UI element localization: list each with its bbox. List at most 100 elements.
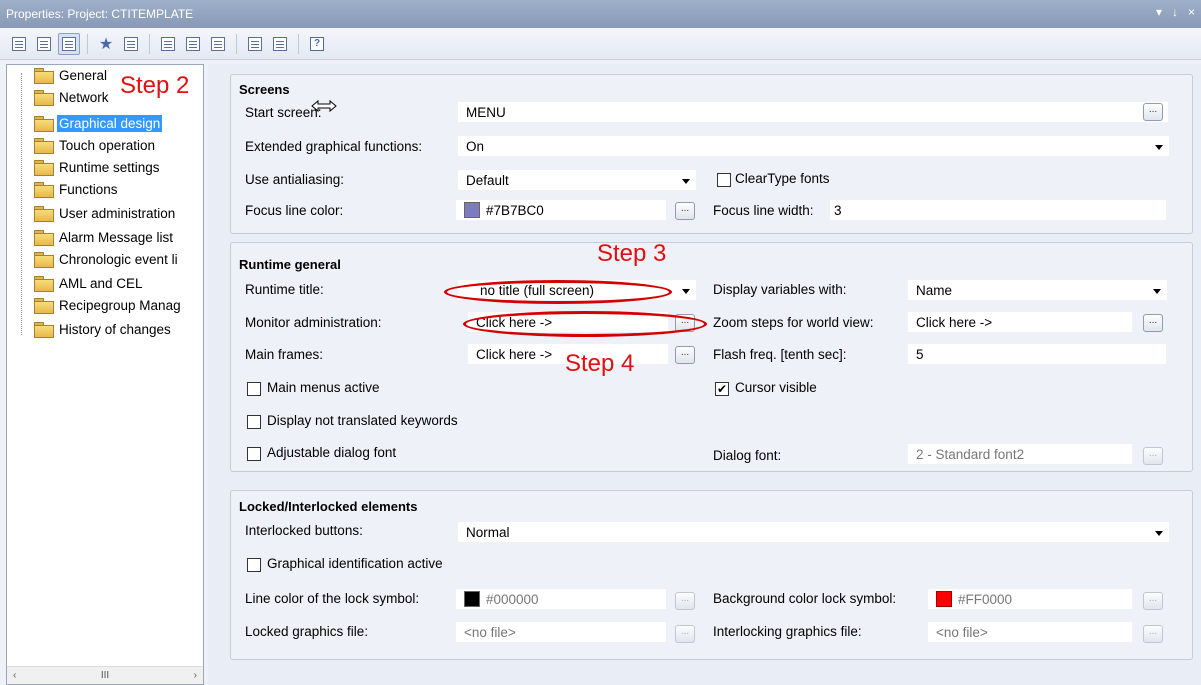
step-4-annotation: Step 4: [565, 350, 635, 377]
display-not-translated-label: Display not translated keywords: [267, 413, 458, 428]
column-two-button[interactable]: [182, 33, 204, 55]
main-menus-active-label: Main menus active: [267, 380, 380, 395]
toolbar-separator: [298, 33, 299, 54]
folder-icon: [33, 298, 54, 314]
zoom-steps-field[interactable]: Click here ->: [907, 311, 1133, 333]
tree-item-general[interactable]: General: [33, 65, 109, 85]
interlocked-buttons-label: Interlocked buttons:: [245, 523, 363, 538]
screens-group-title: Screens: [239, 82, 290, 97]
folder-icon: [33, 322, 54, 338]
tree-item-user-administration[interactable]: User administration: [33, 203, 177, 223]
line-color-lock-field: #000000: [455, 588, 667, 610]
column-one-button[interactable]: [157, 33, 179, 55]
folder-icon: [33, 116, 54, 132]
categorized-view-icon: [12, 36, 26, 51]
scroll-right-icon[interactable]: ›: [194, 670, 197, 681]
flash-frequency-value: 5: [916, 346, 924, 362]
use-antialiasing-select[interactable]: Default: [457, 169, 697, 191]
start-screen-field[interactable]: MENU: [457, 101, 1169, 123]
favorites-button[interactable]: ★: [95, 33, 117, 55]
background-color-lock-value: #FF0000: [958, 591, 1013, 607]
expand-all-button[interactable]: [244, 33, 266, 55]
step-4-highlight-ellipse: [463, 311, 707, 337]
tree-item-runtime-settings[interactable]: Runtime settings: [33, 157, 162, 177]
star-icon: ★: [98, 35, 114, 53]
category-tree: General Network Graphical design Touch o…: [6, 64, 204, 685]
display-variables-label: Display variables with:: [713, 282, 847, 297]
close-icon[interactable]: ×: [1188, 5, 1195, 19]
alphabetic-view-button[interactable]: [33, 33, 55, 55]
tree-item-alarm-message-list[interactable]: Alarm Message list: [33, 227, 175, 247]
tree-item-graphical-design[interactable]: Graphical design: [33, 113, 163, 133]
tree-item-functions[interactable]: Functions: [33, 179, 120, 199]
properties-toolbar: ★ ?: [0, 28, 1201, 60]
folder-icon: [33, 230, 54, 246]
tree-horizontal-scrollbar[interactable]: ‹ III ›: [7, 666, 203, 684]
extended-graphical-functions-select[interactable]: On: [457, 135, 1170, 157]
monitor-administration-label: Monitor administration:: [245, 315, 382, 330]
help-icon: ?: [310, 36, 324, 51]
resize-cursor-icon: [311, 99, 337, 113]
collapse-all-icon: [273, 36, 287, 51]
folder-icon: [33, 182, 54, 198]
group-view-button[interactable]: [58, 32, 80, 55]
color-swatch: [464, 202, 480, 218]
pin-icon[interactable]: ↓: [1172, 5, 1178, 19]
scroll-thumb[interactable]: III: [101, 670, 109, 681]
flash-frequency-field[interactable]: 5: [907, 343, 1167, 365]
categorized-view-button[interactable]: [8, 33, 30, 55]
main-frames-browse-button[interactable]: ...: [675, 346, 695, 364]
graphical-identification-checkbox[interactable]: [247, 558, 261, 572]
tree-item-aml-and-cel[interactable]: AML and CEL: [33, 273, 145, 293]
dropdown-menu-icon[interactable]: ▾: [1156, 5, 1162, 19]
display-variables-select[interactable]: Name: [907, 279, 1168, 301]
color-swatch: [936, 591, 952, 607]
focus-line-color-browse-button[interactable]: ...: [675, 202, 695, 220]
column-two-icon: [186, 36, 200, 51]
chevron-down-icon: [1155, 531, 1163, 536]
tree-item-label: History of changes: [59, 321, 171, 337]
adjustable-dialog-font-checkbox[interactable]: [247, 447, 261, 461]
folder-icon: [33, 90, 54, 106]
cleartype-fonts-checkbox[interactable]: [717, 173, 731, 187]
main-menus-active-checkbox[interactable]: [247, 382, 261, 396]
alphabetic-view-icon: [37, 36, 51, 51]
display-not-translated-checkbox[interactable]: [247, 415, 261, 429]
folder-icon: [33, 276, 54, 292]
scroll-left-icon[interactable]: ‹: [13, 670, 16, 681]
tree-connector-line: [21, 73, 22, 335]
focus-line-color-label: Focus line color:: [245, 203, 344, 218]
collapse-all-button[interactable]: [269, 33, 291, 55]
focus-line-color-field[interactable]: #7B7BC0: [455, 199, 667, 221]
tree-item-network[interactable]: Network: [33, 87, 111, 107]
tree-item-label: Chronologic event li: [59, 251, 178, 267]
tree-item-label: Alarm Message list: [59, 229, 174, 245]
properties-button[interactable]: [120, 33, 142, 55]
interlocking-graphics-file-field: <no file>: [927, 621, 1133, 643]
background-color-lock-label: Background color lock symbol:: [713, 591, 897, 606]
focus-line-width-field[interactable]: 3: [829, 199, 1167, 221]
focus-line-color-value: #7B7BC0: [486, 202, 544, 218]
interlocked-buttons-select[interactable]: Normal: [457, 521, 1170, 543]
column-three-button[interactable]: [207, 33, 229, 55]
column-one-icon: [161, 36, 175, 51]
cursor-visible-label: Cursor visible: [735, 380, 817, 395]
display-variables-value: Name: [916, 282, 953, 298]
folder-icon: [33, 160, 54, 176]
tree-item-label: Touch operation: [59, 137, 156, 153]
tree-item-chronologic-event-list[interactable]: Chronologic event li: [33, 249, 180, 269]
toolbar-separator: [236, 33, 237, 54]
expand-all-icon: [248, 36, 262, 51]
tree-item-recipegroup-manager[interactable]: Recipegroup Manag: [33, 295, 183, 315]
start-screen-browse-button[interactable]: ...: [1143, 103, 1163, 121]
background-color-lock-browse-button: ...: [1143, 592, 1163, 610]
cursor-visible-checkbox[interactable]: ✔: [715, 382, 729, 396]
column-three-icon: [211, 36, 225, 51]
tree-item-label: Functions: [59, 181, 118, 197]
zoom-steps-browse-button[interactable]: ...: [1143, 314, 1163, 332]
tree-item-label: Recipegroup Manag: [59, 297, 181, 313]
group-view-icon: [62, 36, 76, 51]
tree-item-touch-operation[interactable]: Touch operation: [33, 135, 157, 155]
tree-item-history-of-changes[interactable]: History of changes: [33, 319, 173, 339]
help-button[interactable]: ?: [306, 33, 328, 55]
